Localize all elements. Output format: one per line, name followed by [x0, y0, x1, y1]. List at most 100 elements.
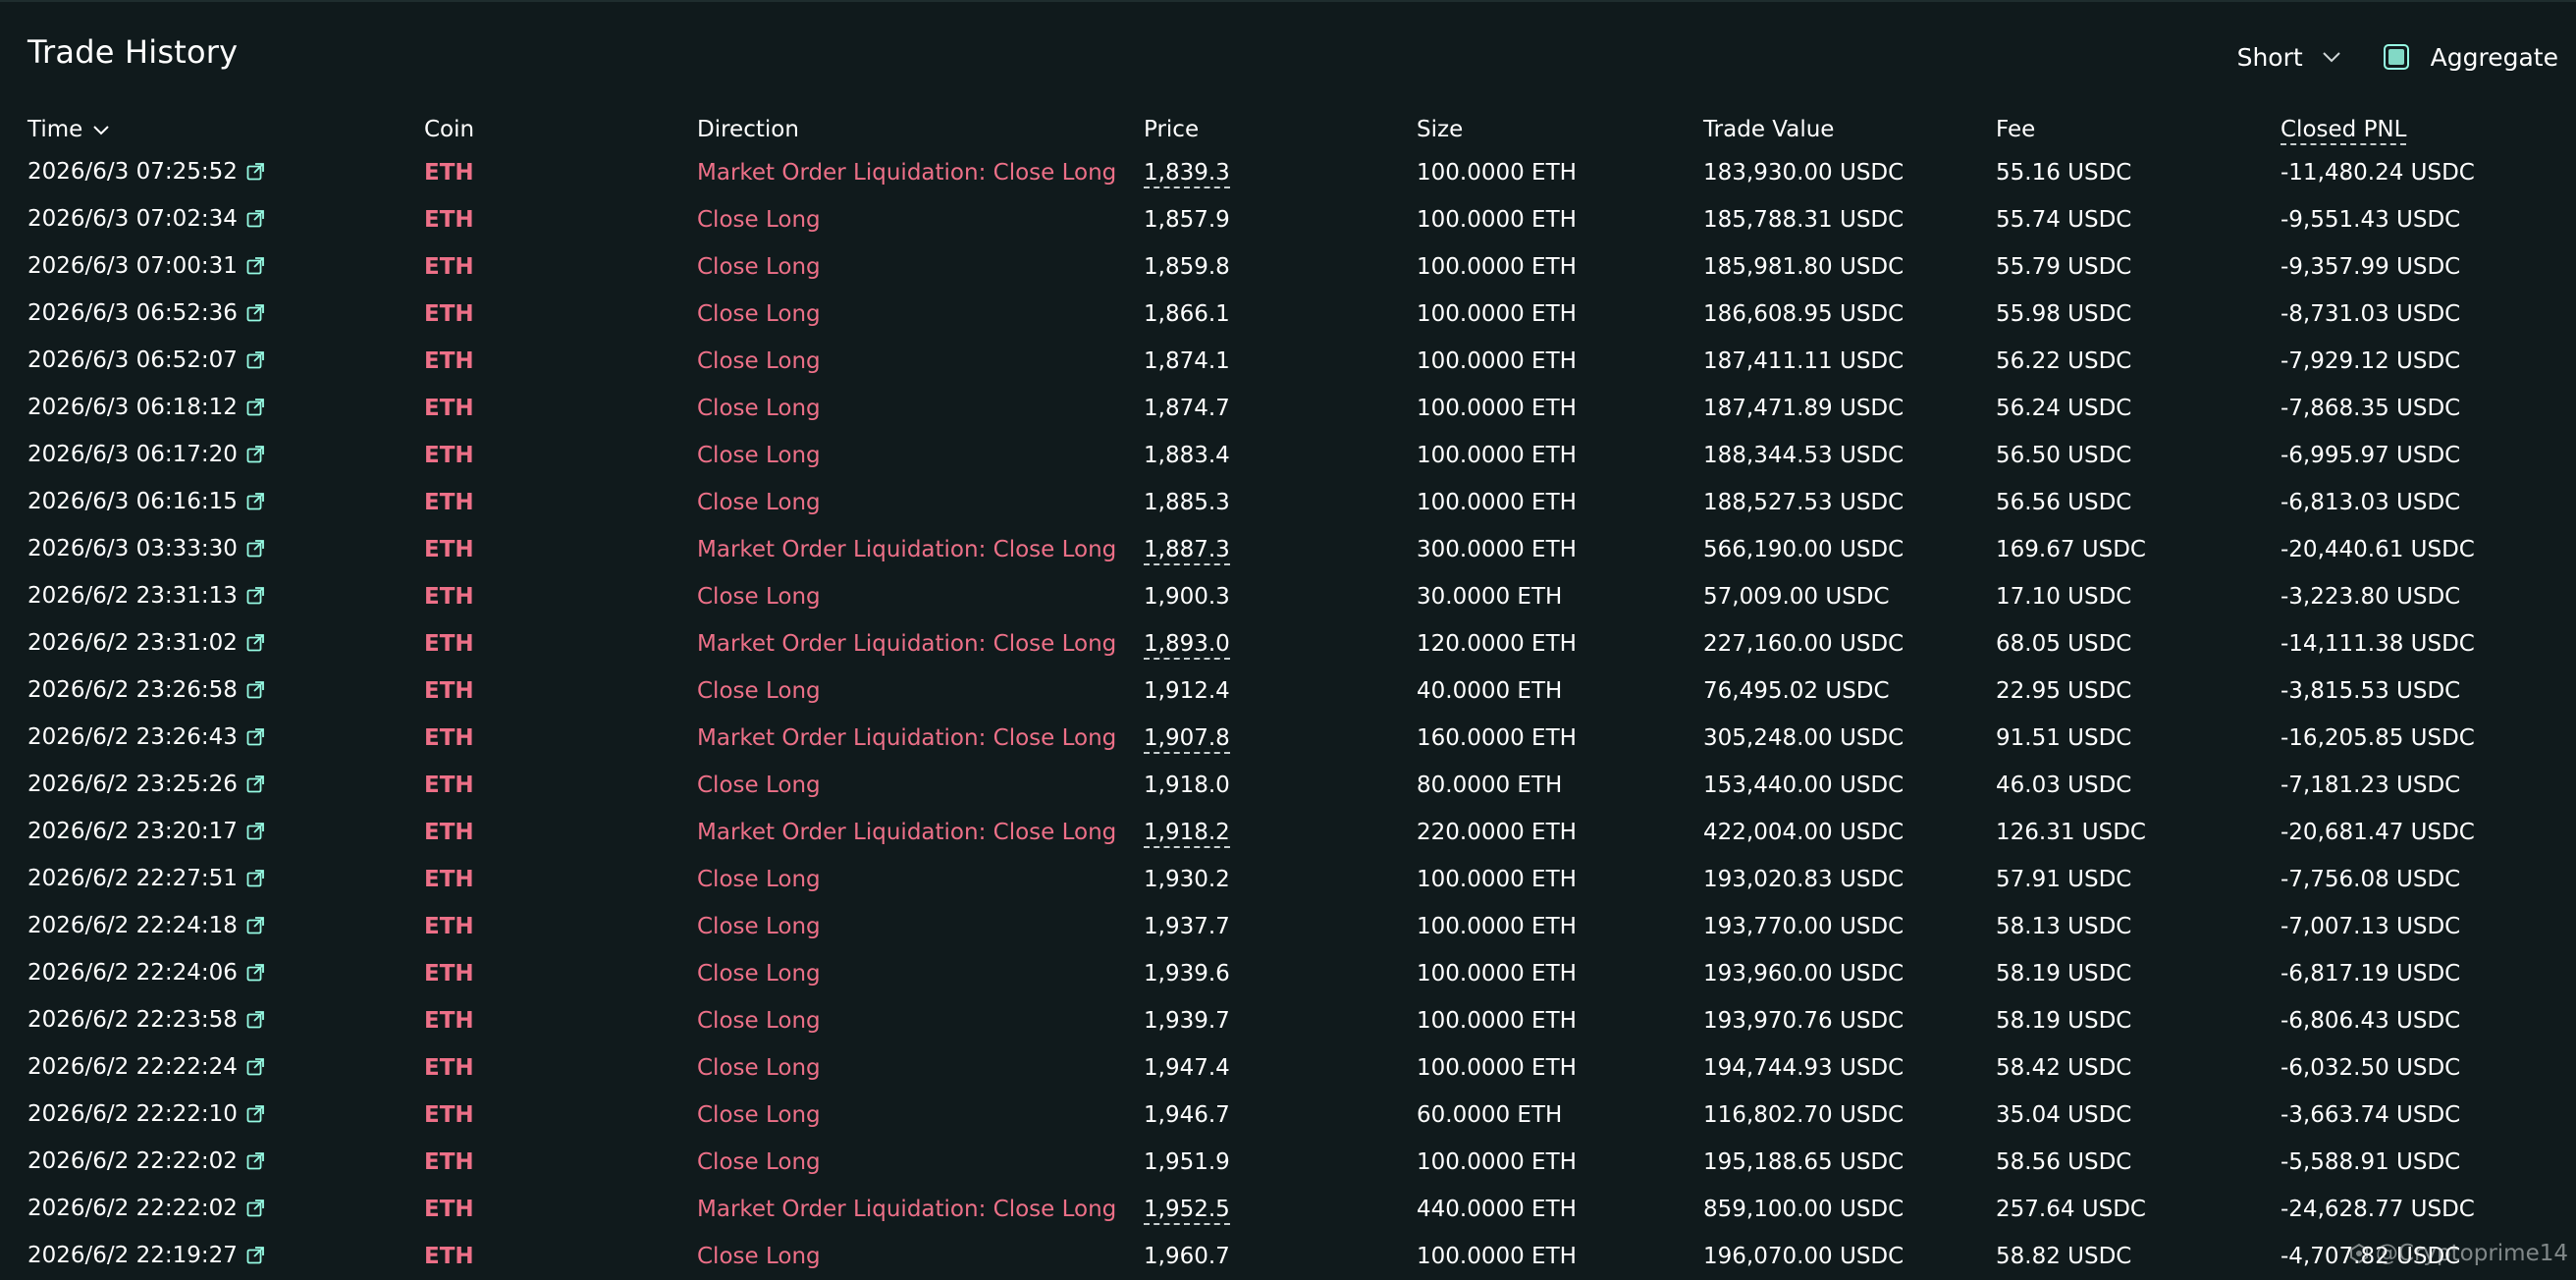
trade-coin: ETH: [424, 254, 474, 280]
trade-time: 2026/6/2 23:31:13: [0, 573, 424, 620]
trade-size: 100.0000 ETH: [1417, 396, 1577, 421]
trade-price[interactable]: 1,918.2: [1144, 809, 1417, 856]
trade-direction: Market Order Liquidation: Close Long: [697, 631, 1117, 657]
table-body: 2026/6/3 07:25:52 ETH Market Order Liquida…: [0, 149, 2576, 1280]
table-row: 2026/6/3 06:52:36 ETH Close Long 1,866.1 100…: [0, 291, 2576, 338]
panel-header: Trade History Short Aggregate: [0, 2, 2576, 110]
external-link-icon[interactable]: [245, 303, 265, 329]
trade-price: 1,883.4: [1144, 443, 1230, 468]
aggregate-checkbox[interactable]: [2383, 44, 2409, 70]
trade-direction: Close Long: [697, 961, 821, 987]
trade-price: 1,947.4: [1144, 1055, 1230, 1081]
external-link-icon[interactable]: [245, 633, 265, 659]
column-header-closed-pnl[interactable]: Closed PNL: [2281, 110, 2576, 149]
external-link-icon[interactable]: [245, 445, 265, 470]
external-link-icon[interactable]: [245, 1010, 265, 1036]
trade-closed-pnl: -6,817.19 USDC: [2281, 961, 2461, 987]
watermark-text: @Cryptoprime14: [2375, 1241, 2568, 1266]
trade-value: 185,788.31 USDC: [1703, 207, 1905, 233]
trade-closed-pnl: -7,007.13 USDC: [2281, 914, 2461, 939]
aggregate-toggle[interactable]: Aggregate: [2383, 43, 2558, 72]
external-link-icon[interactable]: [245, 586, 265, 612]
trade-fee: 46.03 USDC: [1996, 773, 2132, 798]
external-link-icon[interactable]: [245, 1057, 265, 1083]
closed-pnl-tooltip-label[interactable]: Closed PNL: [2281, 117, 2407, 145]
trade-price: 1,939.7: [1144, 1008, 1230, 1034]
trade-coin: ETH: [424, 725, 474, 751]
external-link-icon[interactable]: [245, 680, 265, 706]
trade-direction: Close Long: [697, 1102, 821, 1128]
trade-price: 1,859.8: [1144, 254, 1230, 280]
trade-size: 80.0000 ETH: [1417, 773, 1563, 798]
trade-size: 120.0000 ETH: [1417, 631, 1577, 657]
column-header-price: Price: [1144, 117, 1200, 142]
trade-fee: 55.74 USDC: [1996, 207, 2132, 233]
trade-size: 100.0000 ETH: [1417, 1008, 1577, 1034]
trade-value: 194,744.93 USDC: [1703, 1055, 1905, 1081]
trade-history-panel: Trade History Short Aggregate Time Coin …: [0, 0, 2576, 1280]
trade-price[interactable]: 1,893.0: [1144, 620, 1417, 667]
table-row: 2026/6/2 22:24:18 ETH Close Long 1,937.7 100…: [0, 903, 2576, 950]
trade-coin: ETH: [424, 631, 474, 657]
external-link-icon[interactable]: [245, 256, 265, 282]
trade-time: 2026/6/3 06:18:12: [0, 385, 424, 432]
trade-time: 2026/6/2 23:25:26: [0, 762, 424, 809]
trade-value: 76,495.02 USDC: [1703, 678, 1890, 704]
external-link-icon[interactable]: [245, 869, 265, 894]
trade-price: 1,900.3: [1144, 584, 1230, 610]
external-link-icon[interactable]: [245, 963, 265, 988]
external-link-icon[interactable]: [245, 727, 265, 753]
external-link-icon[interactable]: [245, 539, 265, 564]
external-link-icon[interactable]: [245, 916, 265, 941]
trade-direction: Market Order Liquidation: Close Long: [697, 537, 1117, 562]
trade-time: 2026/6/2 23:20:17: [0, 809, 424, 856]
external-link-icon[interactable]: [245, 774, 265, 800]
direction-filter-select[interactable]: Short: [2237, 43, 2342, 72]
trade-direction: Market Order Liquidation: Close Long: [697, 160, 1117, 186]
trade-price[interactable]: 1,907.8: [1144, 715, 1417, 762]
trade-closed-pnl: -3,223.80 USDC: [2281, 584, 2461, 610]
trade-coin: ETH: [424, 1244, 474, 1269]
trade-fee: 68.05 USDC: [1996, 631, 2132, 657]
external-link-icon[interactable]: [245, 1151, 265, 1177]
trade-price: 1,939.6: [1144, 961, 1230, 987]
trade-price[interactable]: 1,839.3: [1144, 149, 1417, 196]
external-link-icon[interactable]: [245, 209, 265, 235]
trade-coin: ETH: [424, 820, 474, 845]
trade-closed-pnl: -9,357.99 USDC: [2281, 254, 2461, 280]
sort-chevron-down-icon: [93, 125, 110, 134]
external-link-icon[interactable]: [245, 350, 265, 376]
external-link-icon[interactable]: [245, 492, 265, 517]
trade-price[interactable]: 1,952.5: [1144, 1186, 1417, 1233]
trade-price[interactable]: 1,887.3: [1144, 526, 1417, 573]
trade-price: 1,960.7: [1144, 1244, 1230, 1269]
trade-fee: 56.50 USDC: [1996, 443, 2132, 468]
external-link-icon[interactable]: [245, 162, 265, 187]
column-header-size: Size: [1417, 117, 1464, 142]
trade-closed-pnl: -9,551.43 USDC: [2281, 207, 2461, 233]
trade-size: 100.0000 ETH: [1417, 301, 1577, 327]
trade-fee: 55.98 USDC: [1996, 301, 2132, 327]
trade-time: 2026/6/2 22:22:24: [0, 1044, 424, 1092]
trade-time: 2026/6/3 03:33:30: [0, 526, 424, 573]
trade-time: 2026/6/2 22:24:06: [0, 950, 424, 997]
trade-coin: ETH: [424, 207, 474, 233]
trade-coin: ETH: [424, 1102, 474, 1128]
external-link-icon[interactable]: [245, 822, 265, 847]
trade-coin: ETH: [424, 443, 474, 468]
trade-fee: 55.16 USDC: [1996, 160, 2132, 186]
trade-value: 116,802.70 USDC: [1703, 1102, 1905, 1128]
trade-coin: ETH: [424, 1197, 474, 1222]
external-link-icon[interactable]: [245, 1199, 265, 1224]
trade-coin: ETH: [424, 678, 474, 704]
column-header-time[interactable]: Time: [0, 110, 424, 149]
external-link-icon[interactable]: [245, 398, 265, 423]
trade-fee: 58.42 USDC: [1996, 1055, 2132, 1081]
trade-size: 100.0000 ETH: [1417, 914, 1577, 939]
trade-size: 100.0000 ETH: [1417, 160, 1577, 186]
table-row: 2026/6/3 03:33:30 ETH Market Order Liquida…: [0, 526, 2576, 573]
external-link-icon[interactable]: [245, 1246, 265, 1271]
trade-coin: ETH: [424, 914, 474, 939]
trade-time: 2026/6/2 22:27:51: [0, 856, 424, 903]
external-link-icon[interactable]: [245, 1104, 265, 1130]
